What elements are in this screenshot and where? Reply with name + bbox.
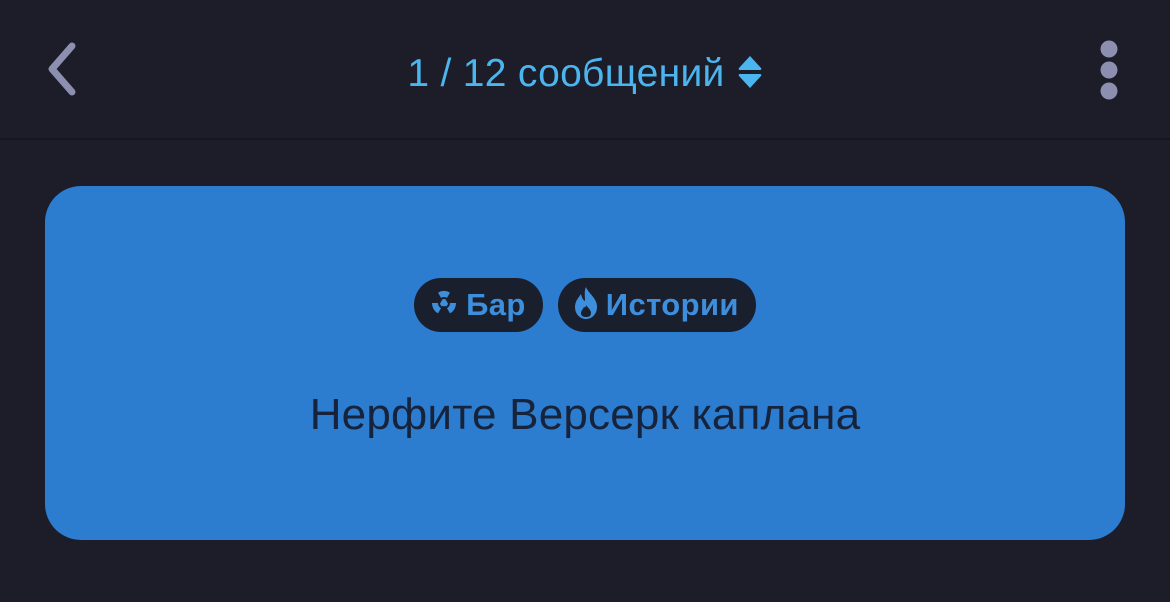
more-options-button[interactable]: [1082, 36, 1136, 108]
tag-label: Истории: [605, 287, 739, 322]
tag-list: Бар Истории: [45, 278, 1125, 332]
message-text: Нерфите Версерк каплана: [309, 390, 861, 439]
message-card[interactable]: Бар Истории Нерфите Версерк каплана: [45, 186, 1125, 540]
message-counter-selector[interactable]: 1 / 12 сообщений: [0, 44, 1170, 104]
message-counter-title: 1 / 12 сообщений: [407, 52, 725, 95]
tag-label: Бар: [466, 287, 526, 322]
flame-icon: [572, 286, 600, 325]
radiation-icon: [428, 287, 460, 324]
top-bar: 1 / 12 сообщений: [0, 0, 1170, 140]
tag-stories[interactable]: Истории: [557, 278, 756, 332]
tag-bar[interactable]: Бар: [414, 278, 543, 332]
vertical-ellipsis-icon: [1098, 39, 1120, 106]
up-down-arrows-icon: [737, 54, 763, 95]
